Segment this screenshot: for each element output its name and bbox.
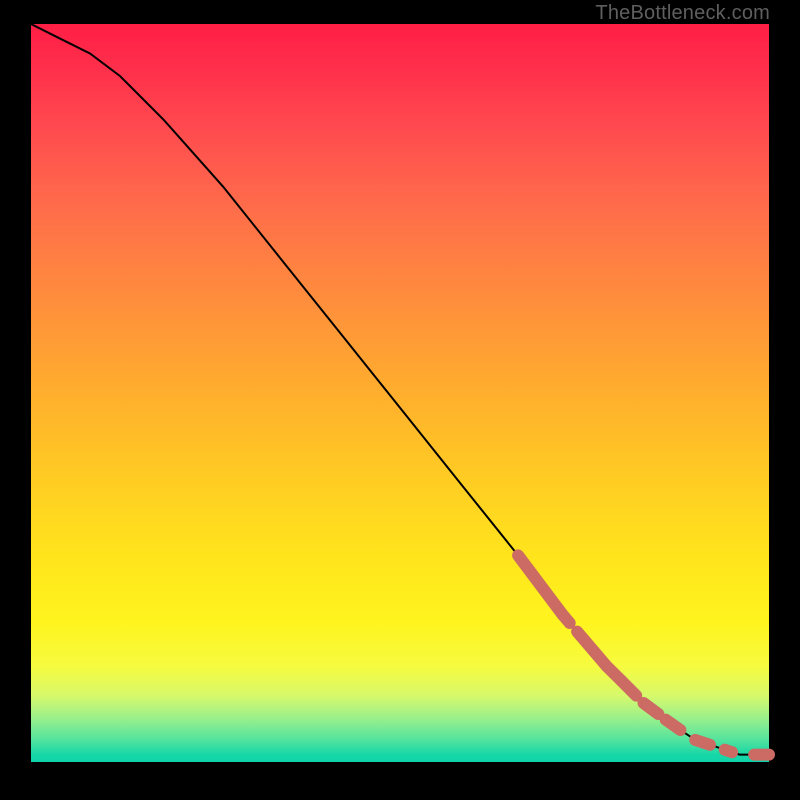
highlight-segment xyxy=(695,740,710,745)
highlight-segment xyxy=(577,632,607,667)
highlight-segment xyxy=(621,681,636,696)
bottleneck-curve xyxy=(31,24,769,755)
highlight-segment xyxy=(644,703,659,714)
chart-stage: TheBottleneck.com xyxy=(0,0,800,800)
highlight-segments xyxy=(518,555,769,754)
plot-area xyxy=(31,24,769,762)
watermark-text: TheBottleneck.com xyxy=(595,2,770,25)
highlight-segment xyxy=(725,750,732,753)
chart-overlay xyxy=(31,24,769,762)
highlight-segment xyxy=(666,720,681,730)
highlight-segment xyxy=(518,555,562,614)
highlight-segment xyxy=(562,614,569,623)
